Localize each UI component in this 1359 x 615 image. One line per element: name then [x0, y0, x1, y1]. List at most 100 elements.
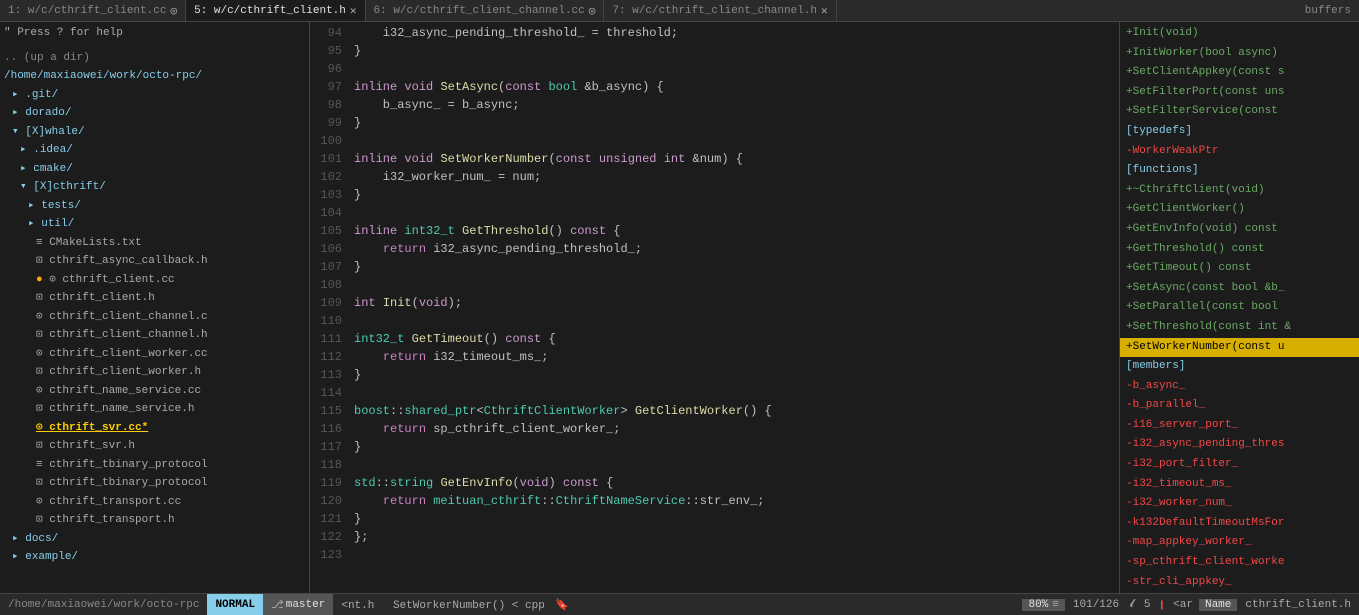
sidebar-item-whale[interactable]: ▾ [X]whale/ [0, 123, 309, 142]
outline-item[interactable]: +InitWorker(bool async) [1120, 44, 1359, 64]
tab-6[interactable]: 6: w/c/cthrift_client_channel.cc ◎ [366, 0, 605, 21]
sidebar-item-client-h[interactable]: ⊡ cthrift_client.h [0, 289, 309, 308]
outline-item[interactable]: -i32_worker_num_ [1120, 494, 1359, 514]
outline-item[interactable]: -i32_async_pending_thres [1120, 435, 1359, 455]
sidebar-item-async-callback[interactable]: ⊡ cthrift_async_callback.h [0, 252, 309, 271]
code-line: std::string GetEnvInfo(void) const { [354, 474, 1119, 492]
line-number: 123 [310, 546, 342, 564]
outline-item[interactable]: -i32_timeout_ms_ [1120, 475, 1359, 495]
line-number: 111 [310, 330, 342, 348]
tab-1[interactable]: 1: w/c/cthrift_client.cc ◎ [0, 0, 186, 21]
status-bar: /home/maxiaowei/work/octo-rpc NORMAL ⎇ m… [0, 593, 1359, 615]
sidebar-item-cthrift[interactable]: ▾ [X]cthrift/ [0, 178, 309, 197]
sidebar-item-git[interactable]: ▸ .git/ [0, 86, 309, 105]
outline-panel: +Init(void)+InitWorker(bool async)+SetCl… [1119, 22, 1359, 593]
code-line: boost::shared_ptr<CthriftClientWorker> G… [354, 402, 1119, 420]
code-line: } [354, 42, 1119, 60]
sidebar-item-transport-cc[interactable]: ⊙ cthrift_transport.cc [0, 493, 309, 512]
line-number: 99 [310, 114, 342, 132]
sidebar-item-name-service-h[interactable]: ⊡ cthrift_name_service.h [0, 400, 309, 419]
outline-item[interactable]: -b_async_ [1120, 377, 1359, 397]
outline-item[interactable]: -sp_cthrift_client_worke [1120, 553, 1359, 573]
sidebar-item-cmake[interactable]: ▸ cmake/ [0, 160, 309, 179]
line-number: 105 [310, 222, 342, 240]
outline-item[interactable]: +SetClientAppkey(const s [1120, 63, 1359, 83]
sidebar-item-dorado[interactable]: ▸ dorado/ [0, 104, 309, 123]
outline-item[interactable]: -i32_port_filter_ [1120, 455, 1359, 475]
main-content: " Press ? for help .. (up a dir) /home/m… [0, 22, 1359, 593]
outline-item[interactable]: +Init(void) [1120, 24, 1359, 44]
code-line: i32_worker_num_ = num; [354, 168, 1119, 186]
sidebar-item-docs[interactable]: ▸ docs/ [0, 530, 309, 549]
outline-item[interactable]: +SetFilterService(const [1120, 102, 1359, 122]
outline-item[interactable]: -i16_server_port_ [1120, 416, 1359, 436]
outline-item[interactable]: +GetTimeout() const [1120, 259, 1359, 279]
line-numbers: 9495969798991001011021031041051061071081… [310, 22, 348, 593]
outline-item[interactable]: +SetWorkerNumber(const u [1120, 338, 1359, 358]
line-number: 102 [310, 168, 342, 186]
sidebar-item-tbinary-h[interactable]: ⊡ cthrift_tbinary_protocol [0, 474, 309, 493]
outline-item[interactable]: -k132DefaultTimeoutMsFor [1120, 514, 1359, 534]
code-line: inline void SetAsync(const bool &b_async… [354, 78, 1119, 96]
tab-1-indicator: ◎ [170, 4, 177, 18]
status-ar: <ar [1171, 599, 1195, 611]
tab-5[interactable]: 5: w/c/cthrift_client.h ✕ [186, 0, 365, 21]
outline-item[interactable]: +GetThreshold() const [1120, 240, 1359, 260]
code-lines[interactable]: i32_async_pending_threshold_ = threshold… [348, 22, 1119, 593]
outline-item[interactable]: +SetParallel(const bool [1120, 298, 1359, 318]
code-line: return i32_async_pending_threshold_; [354, 240, 1119, 258]
line-number: 115 [310, 402, 342, 420]
sidebar-item-channel-c[interactable]: ⊙ cthrift_client_channel.c [0, 308, 309, 327]
outline-item[interactable]: -WorkerWeakPtr [1120, 142, 1359, 162]
buffers-label[interactable]: buffers [1297, 3, 1359, 19]
sidebar-item-tests[interactable]: ▸ tests/ [0, 197, 309, 216]
sidebar-item-cmakelists[interactable]: ≡ CMakeLists.txt [0, 234, 309, 253]
sidebar-item-util[interactable]: ▸ util/ [0, 215, 309, 234]
outline-item[interactable]: [functions] [1120, 161, 1359, 181]
tab-7[interactable]: 7: w/c/cthrift_client_channel.h ✕ [604, 0, 836, 21]
line-number: 120 [310, 492, 342, 510]
sidebar-item-worker-cc[interactable]: ⊙ cthrift_client_worker.cc [0, 345, 309, 364]
code-line: } [354, 258, 1119, 276]
sidebar-nav-up[interactable]: .. (up a dir) [0, 49, 309, 68]
code-editor[interactable]: 9495969798991001011021031041051061071081… [310, 22, 1119, 593]
outline-item[interactable]: +SetThreshold(const int & [1120, 318, 1359, 338]
code-line [354, 276, 1119, 294]
code-line: } [354, 114, 1119, 132]
line-number: 107 [310, 258, 342, 276]
outline-item[interactable]: [members] [1120, 357, 1359, 377]
outline-item[interactable]: +SetAsync(const bool &b_ [1120, 279, 1359, 299]
sidebar-item-channel-h[interactable]: ⊡ cthrift_client_channel.h [0, 326, 309, 345]
code-line: inline void SetWorkerNumber(const unsign… [354, 150, 1119, 168]
line-number: 101 [310, 150, 342, 168]
status-percent: 80% ≡ [1022, 599, 1064, 611]
code-line [354, 132, 1119, 150]
outline-item[interactable]: -map_appkey_worker_ [1120, 533, 1359, 553]
sidebar-item-svr-h[interactable]: ⊡ cthrift_svr.h [0, 437, 309, 456]
status-mode: NORMAL [207, 594, 263, 615]
sidebar-item-client-cc[interactable]: ● ⊙ cthrift_client.cc [0, 271, 309, 290]
outline-item[interactable]: +SetFilterPort(const uns [1120, 83, 1359, 103]
sidebar-item-svr-cc[interactable]: ⊙ cthrift_svr.cc* [0, 419, 309, 438]
sidebar-item-worker-h[interactable]: ⊡ cthrift_client_worker.h [0, 363, 309, 382]
sidebar-item-name-service-cc[interactable]: ⊙ cthrift_name_service.cc [0, 382, 309, 401]
sidebar-item-idea[interactable]: ▸ .idea/ [0, 141, 309, 160]
code-content: 9495969798991001011021031041051061071081… [310, 22, 1119, 593]
outline-item[interactable]: [typedefs] [1120, 122, 1359, 142]
outline-item[interactable]: +GetClientWorker() [1120, 200, 1359, 220]
sidebar-item-tbinary-cc[interactable]: ≡ cthrift_tbinary_protocol [0, 456, 309, 475]
file-explorer: " Press ? for help .. (up a dir) /home/m… [0, 22, 310, 593]
line-number: 118 [310, 456, 342, 474]
sidebar-item-transport-h[interactable]: ⊡ cthrift_transport.h [0, 511, 309, 530]
outline-item[interactable]: +GetEnvInfo(void) const [1120, 220, 1359, 240]
line-number: 95 [310, 42, 342, 60]
outline-item[interactable]: +~CthriftClient(void) [1120, 181, 1359, 201]
line-number: 94 [310, 24, 342, 42]
outline-item[interactable]: -str_cli_appkey_ [1120, 573, 1359, 593]
sidebar-item-example[interactable]: ▸ example/ [0, 548, 309, 567]
line-number: 114 [310, 384, 342, 402]
outline-item[interactable]: -b_parallel_ [1120, 396, 1359, 416]
code-line [354, 204, 1119, 222]
line-number: 110 [310, 312, 342, 330]
status-tag-file: cthrift_client.h [1241, 599, 1355, 611]
